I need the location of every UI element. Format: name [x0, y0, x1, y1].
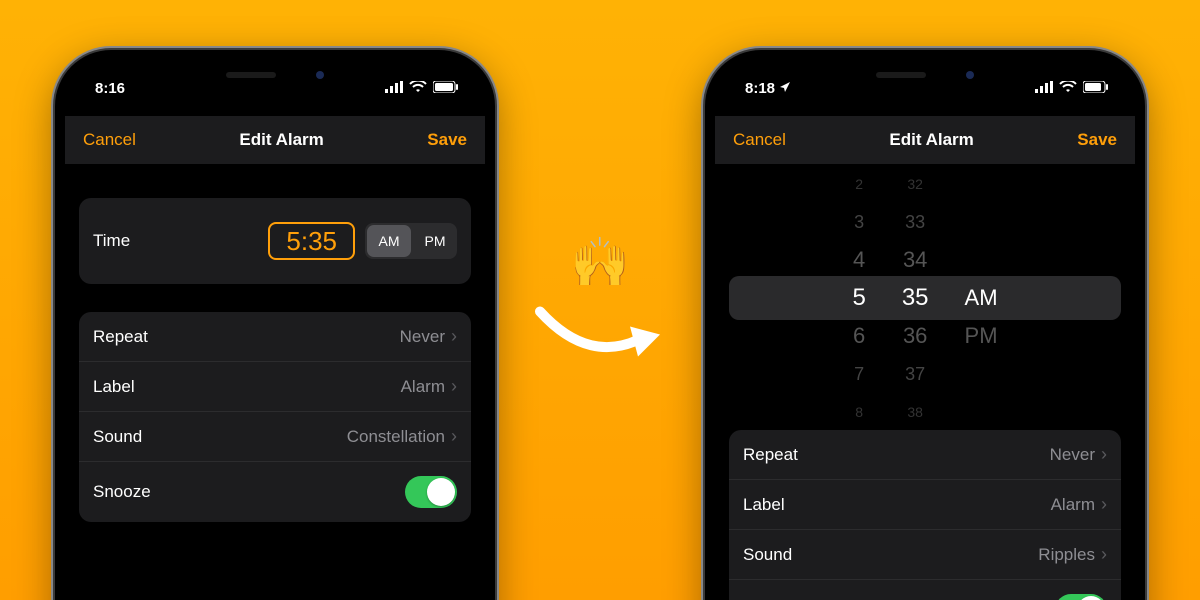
wifi-icon [409, 80, 427, 97]
snooze-row: Snooze [79, 462, 471, 522]
save-button[interactable]: Save [427, 130, 467, 150]
wifi-icon [1059, 80, 1077, 97]
save-button[interactable]: Save [1077, 130, 1117, 150]
notch [825, 60, 1025, 90]
chevron-right-icon: › [1101, 544, 1107, 565]
battery-icon [1083, 80, 1109, 97]
arrow-icon [530, 297, 670, 367]
cancel-button[interactable]: Cancel [83, 130, 136, 150]
pm-segment[interactable]: PM [413, 223, 457, 259]
battery-icon [433, 80, 459, 97]
time-label: Time [93, 231, 130, 251]
nav-title: Edit Alarm [889, 130, 973, 150]
status-clock: 8:16 [95, 80, 125, 97]
center-graphic: 🙌 [530, 234, 670, 367]
cellular-icon [385, 80, 403, 97]
ampm-toggle[interactable]: AM PM [365, 223, 457, 259]
hour-wheel[interactable]: 2 3 4 5 6 7 8 [852, 169, 865, 427]
screen-left: 8:16 Cancel Edit Alarm Save [65, 60, 485, 600]
raised-hands-emoji: 🙌 [530, 234, 670, 291]
label-row[interactable]: Label Alarm› [729, 480, 1121, 530]
am-segment[interactable]: AM [367, 225, 411, 257]
nav-bar: Cancel Edit Alarm Save [65, 116, 485, 164]
nav-bar: Cancel Edit Alarm Save [715, 116, 1135, 164]
label-row[interactable]: Label Alarm› [79, 362, 471, 412]
snooze-row: Snooze [729, 580, 1121, 600]
cellular-icon [1035, 80, 1053, 97]
nav-title: Edit Alarm [239, 130, 323, 150]
phone-right: 8:18 Cancel Edit Alarm Save [705, 50, 1145, 600]
time-row: Time 5:35 AM PM [79, 198, 471, 284]
chevron-right-icon: › [451, 426, 457, 447]
time-field[interactable]: 5:35 [268, 222, 355, 260]
repeat-row[interactable]: Repeat Never› [79, 312, 471, 362]
snooze-switch[interactable] [1055, 594, 1107, 600]
phone-left: 8:16 Cancel Edit Alarm Save [55, 50, 495, 600]
chevron-right-icon: › [451, 376, 457, 397]
notch [175, 60, 375, 90]
chevron-right-icon: › [1101, 494, 1107, 515]
sound-row[interactable]: Sound Constellation› [79, 412, 471, 462]
location-icon [779, 80, 791, 97]
status-clock: 8:18 [745, 80, 775, 97]
snooze-switch[interactable] [405, 476, 457, 508]
sound-row[interactable]: Sound Ripples› [729, 530, 1121, 580]
minute-wheel[interactable]: 32 33 34 35 36 37 38 [902, 169, 929, 427]
ampm-wheel[interactable]: . . . AM PM . . [965, 169, 998, 427]
chevron-right-icon: › [451, 326, 457, 347]
repeat-row[interactable]: Repeat Never› [729, 430, 1121, 480]
time-picker-wheel[interactable]: 2 3 4 5 6 7 8 32 33 34 35 36 37 [729, 188, 1121, 408]
cancel-button[interactable]: Cancel [733, 130, 786, 150]
screen-right: 8:18 Cancel Edit Alarm Save [715, 60, 1135, 600]
chevron-right-icon: › [1101, 444, 1107, 465]
